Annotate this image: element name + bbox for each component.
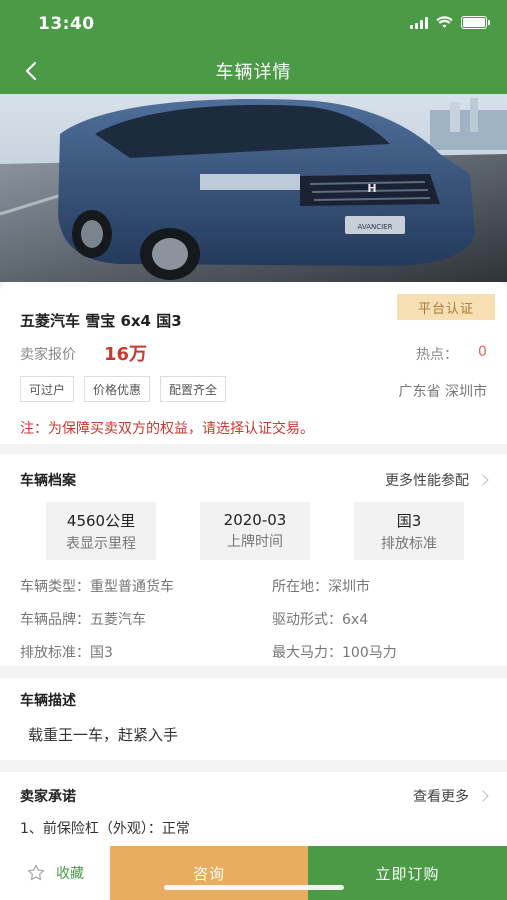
price-label: 卖家报价 (20, 347, 76, 363)
vehicle-location: 广东省 深圳市 (398, 384, 487, 400)
key-stats: 4560公里 表显示里程 2020-03 上牌时间 国3 排放标准 (46, 502, 464, 560)
tag-price-discount: 价格优惠 (84, 376, 151, 402)
app-header: 13:40 车辆详情 (0, 0, 507, 94)
stat-label: 上牌时间 (227, 534, 283, 550)
section-title-description: 车辆描述 (20, 693, 76, 709)
favorite-button[interactable]: 收藏 (0, 846, 110, 900)
view-more-label: 查看更多 (413, 789, 469, 805)
platform-certified-badge: 平台认证 (397, 294, 495, 320)
vehicle-profile-section: 车辆档案 更多性能参配 4560公里 表显示里程 2020-03 上牌时间 国3… (0, 454, 507, 666)
spec-emission: 排放标准：国3 (20, 645, 113, 661)
description-text: 载重王一车，赶紧入手 (28, 726, 179, 744)
vehicle-photo[interactable]: H AVANCIER (0, 94, 507, 282)
transaction-notice: 注：为保障买卖双方的权益，请选择认证交易。 (20, 421, 314, 437)
tag-full-config: 配置齐全 (160, 376, 227, 402)
stat-value: 4560公里 (66, 511, 136, 530)
tag-transferable: 可过户 (20, 376, 75, 402)
section-title-profile: 车辆档案 (20, 473, 76, 489)
view-more-link[interactable]: 查看更多 (413, 786, 489, 806)
page-title: 车辆详情 (215, 62, 292, 83)
stat-value: 2020-03 (223, 511, 287, 529)
price-value: 16万 (104, 344, 148, 365)
spec-location: 所在地：深圳市 (272, 579, 370, 595)
consult-button[interactable]: 咨询 (110, 846, 308, 900)
promise-item: 1、前保险杠（外观）：正常 (20, 821, 190, 837)
signal-icon (410, 16, 428, 29)
vehicle-description-section: 车辆描述 载重王一车，赶紧入手 (0, 678, 507, 760)
seller-promise-section: 卖家承诺 查看更多 1、前保险杠（外观）：正常 (0, 772, 507, 852)
home-indicator (164, 885, 344, 890)
spec-drive: 驱动形式：6x4 (272, 612, 369, 628)
brand-logo: H (367, 182, 376, 195)
favorite-label: 收藏 (56, 866, 84, 882)
battery-icon (461, 16, 490, 29)
listing-summary: 平台认证 五菱汽车 雪宝 6x4 国3 卖家报价 16万 热点： 0 可过户 价… (0, 282, 507, 444)
license-plate: AVANCIER (358, 223, 393, 231)
spec-horsepower: 最大马力：100马力 (272, 645, 397, 661)
stat-registration-date: 2020-03 上牌时间 (200, 502, 310, 560)
stat-label: 排放标准 (381, 535, 437, 552)
hot-label: 热点： (416, 347, 458, 363)
stat-value: 国3 (396, 511, 422, 530)
stat-label: 表显示里程 (66, 535, 136, 552)
hot-value: 0 (478, 344, 487, 360)
status-icons (410, 16, 490, 29)
more-specs-link[interactable]: 更多性能参配 (385, 470, 489, 490)
spec-brand: 车辆品牌：五菱汽车 (20, 612, 146, 628)
star-outline-icon (27, 864, 45, 881)
feature-tags: 可过户 价格优惠 配置齐全 (20, 376, 227, 402)
chevron-right-icon (477, 474, 489, 486)
vehicle-title: 五菱汽车 雪宝 6x4 国3 (20, 312, 182, 330)
stat-emission: 国3 排放标准 (354, 502, 464, 560)
spec-vehicle-type: 车辆类型：重型普通货车 (20, 579, 174, 595)
wifi-icon (436, 16, 453, 28)
status-time: 13:40 (38, 14, 95, 34)
buy-now-button[interactable]: 立即订购 (308, 846, 507, 900)
section-title-promise: 卖家承诺 (20, 789, 76, 805)
chevron-right-icon (477, 790, 489, 802)
stat-mileage: 4560公里 表显示里程 (46, 502, 156, 560)
more-specs-label: 更多性能参配 (385, 473, 469, 489)
car-illustration: H AVANCIER (0, 94, 507, 282)
bottom-action-bar: 收藏 咨询 立即订购 (0, 846, 507, 900)
